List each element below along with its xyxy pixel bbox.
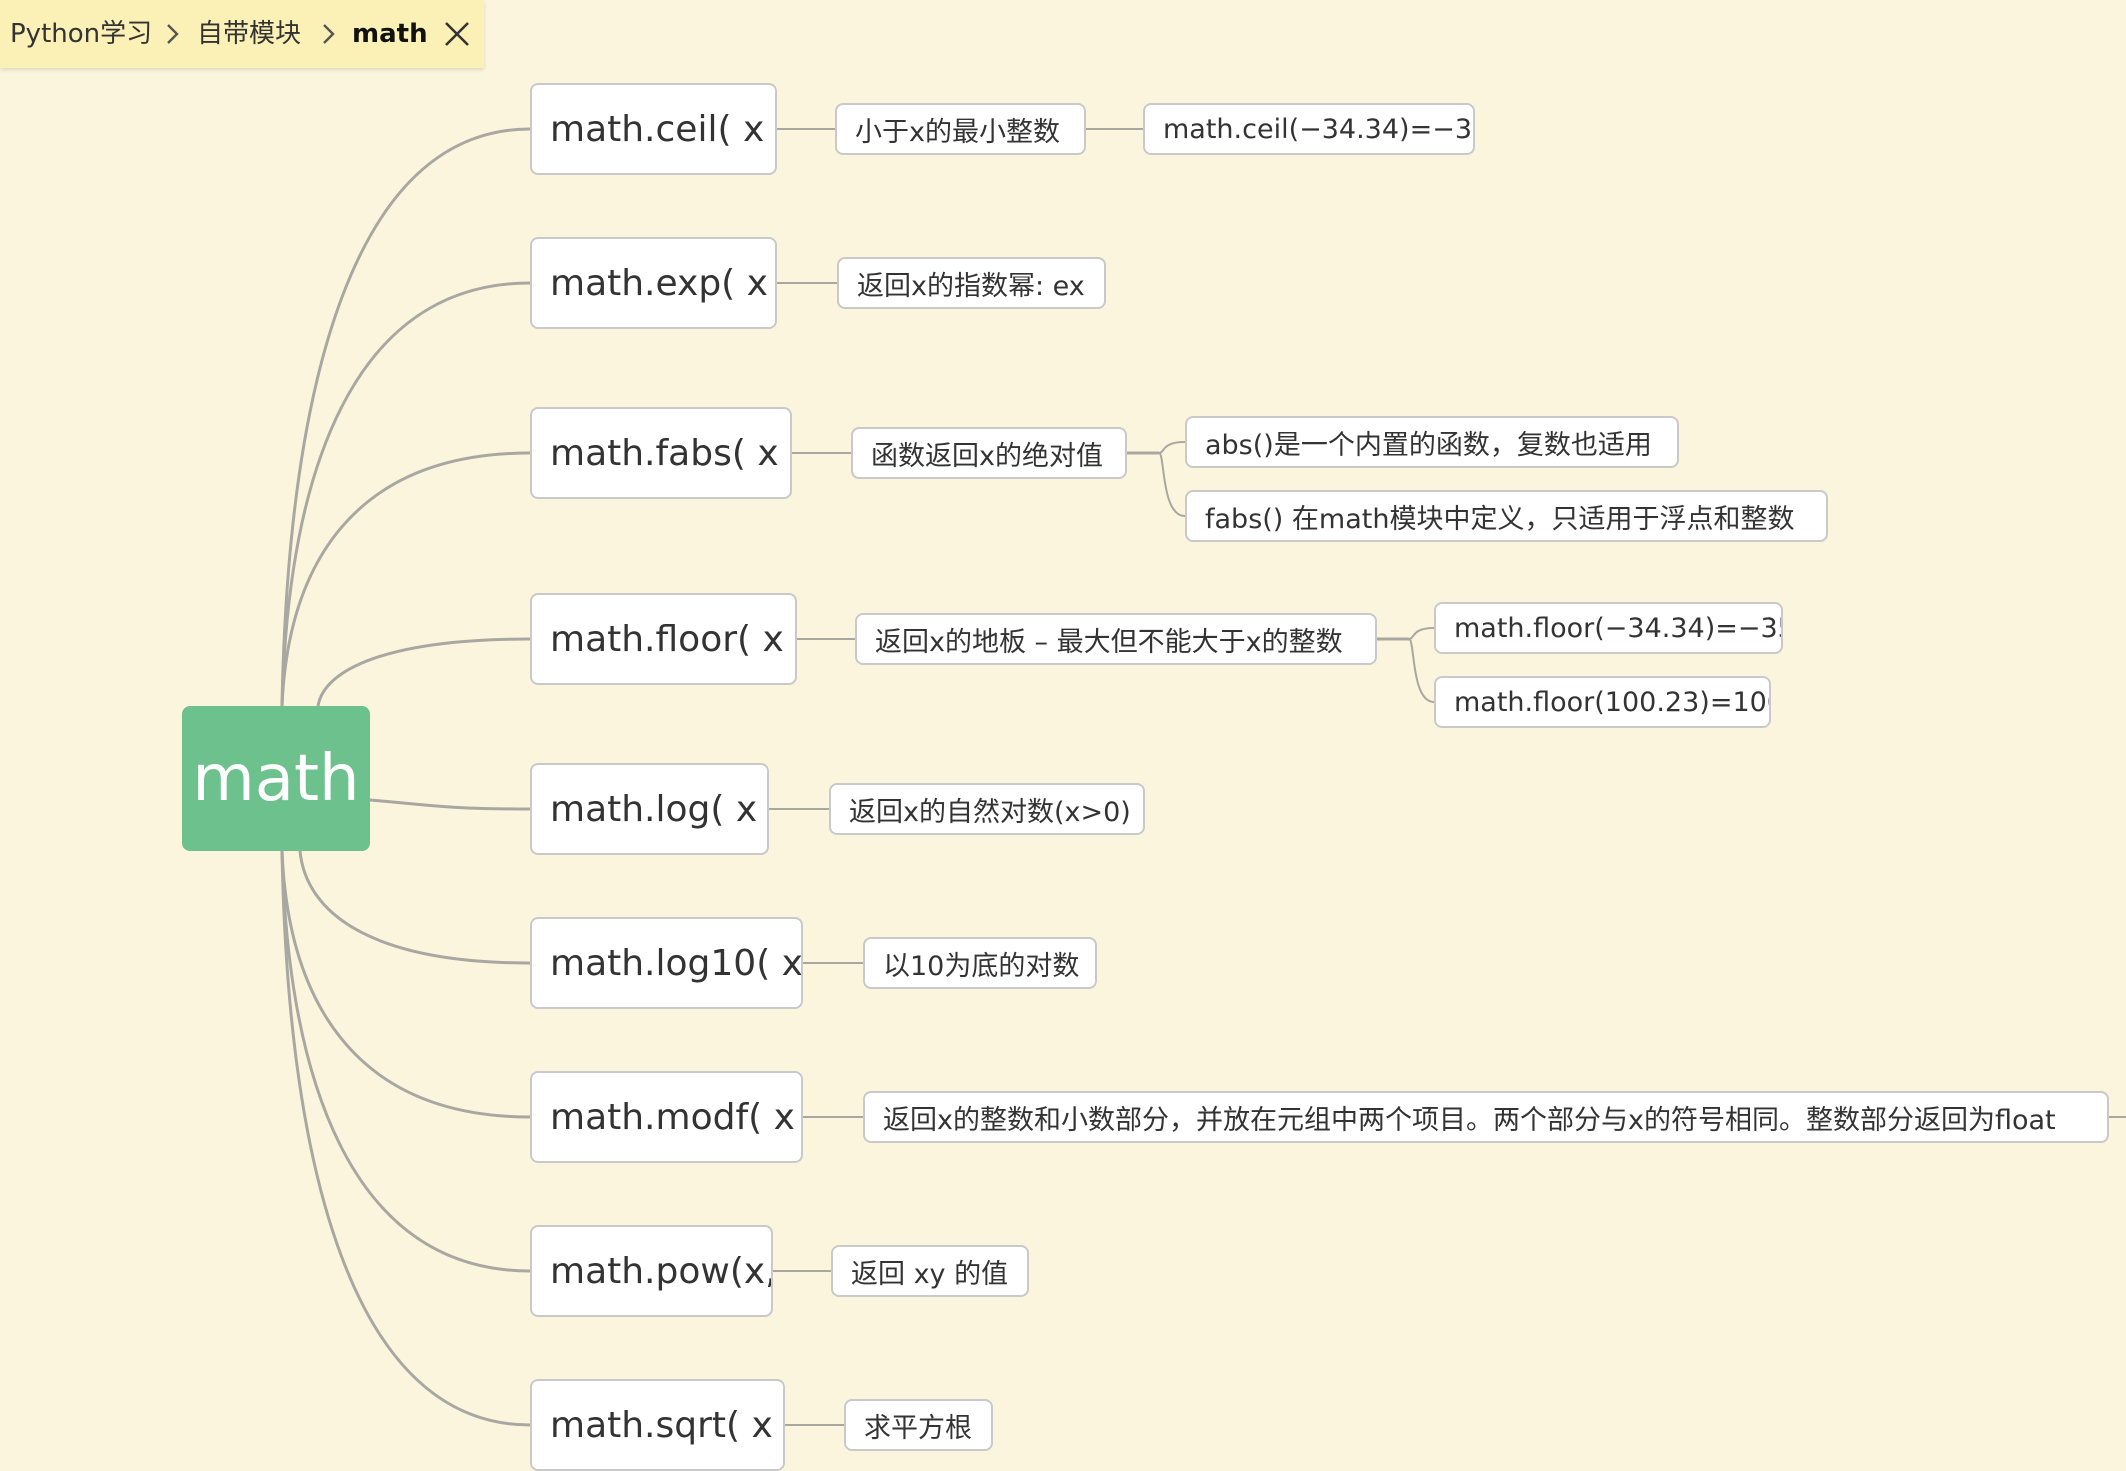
branch-connector [280,850,531,1119]
chevron-right-icon [323,24,335,44]
branch-connector [316,637,531,707]
branch-connector [280,850,531,1273]
chevron-right-icon [167,24,179,44]
description-node[interactable]: 返回x的指数幂: ex [837,257,1106,309]
function-node[interactable]: math.exp( x ) [530,237,777,329]
description-node[interactable]: 以10为底的对数 [863,937,1097,989]
description-node[interactable]: 返回x的地板 – 最大但不能大于x的整数 [855,613,1377,665]
root-node-math[interactable]: math [182,706,370,851]
description-node[interactable]: 返回x的自然对数(x>0) [829,783,1145,835]
branch-connector [298,850,531,965]
function-node[interactable]: math.sqrt( x ) [530,1379,785,1471]
function-node[interactable]: math.fabs( x ) [530,407,792,499]
breadcrumb-item-python[interactable]: Python学习 [10,19,152,49]
function-node[interactable]: math.ceil( x ) [530,83,777,175]
branch-connector [369,798,531,811]
description-node[interactable]: 返回 xy 的值 [831,1245,1029,1297]
function-node[interactable]: math.modf( x ) [530,1071,803,1163]
function-node[interactable]: math.log( x ) [530,763,769,855]
description-node[interactable]: 小于x的最小整数 [835,103,1086,155]
function-node[interactable]: math.pow(x,y) [530,1225,773,1317]
note-connector [1158,441,1186,454]
description-node[interactable]: 函数返回x的绝对值 [851,427,1127,479]
note-node[interactable]: abs()是一个内置的函数，复数也适用 [1185,416,1679,468]
note-node[interactable]: math.ceil(−34.34)=−34 [1143,103,1475,155]
branch-connector [280,281,531,707]
breadcrumb-item-current: math [352,19,428,49]
breadcrumb: Python学习 自带模块 math [0,0,484,68]
branch-connector [280,850,531,1427]
close-icon[interactable] [440,17,474,51]
description-node[interactable]: 求平方根 [844,1399,993,1451]
description-node[interactable]: 返回x的整数和小数部分，并放在元组中两个项目。两个部分与x的符号相同。整数部分返… [863,1091,2109,1143]
branch-connector [280,451,531,707]
function-node[interactable]: math.floor( x ) [530,593,797,685]
branch-connector [280,127,531,707]
breadcrumb-item-module[interactable]: 自带模块 [197,19,301,49]
note-node[interactable]: math.floor(100.23)=100 [1434,676,1771,728]
note-connector [1408,627,1435,640]
note-node[interactable]: math.floor(−34.34)=−35 [1434,602,1783,654]
note-connector [1158,452,1186,517]
note-node[interactable]: fabs() 在math模块中定义，只适用于浮点和整数 [1185,490,1828,542]
function-node[interactable]: math.log10( x ) [530,917,803,1009]
root-node-label: math [192,741,360,816]
note-connector [1408,638,1435,703]
mind-map-canvas: math math.ceil( x ) 小于x的最小整数 math.ceil(−34… [0,0,2126,1471]
